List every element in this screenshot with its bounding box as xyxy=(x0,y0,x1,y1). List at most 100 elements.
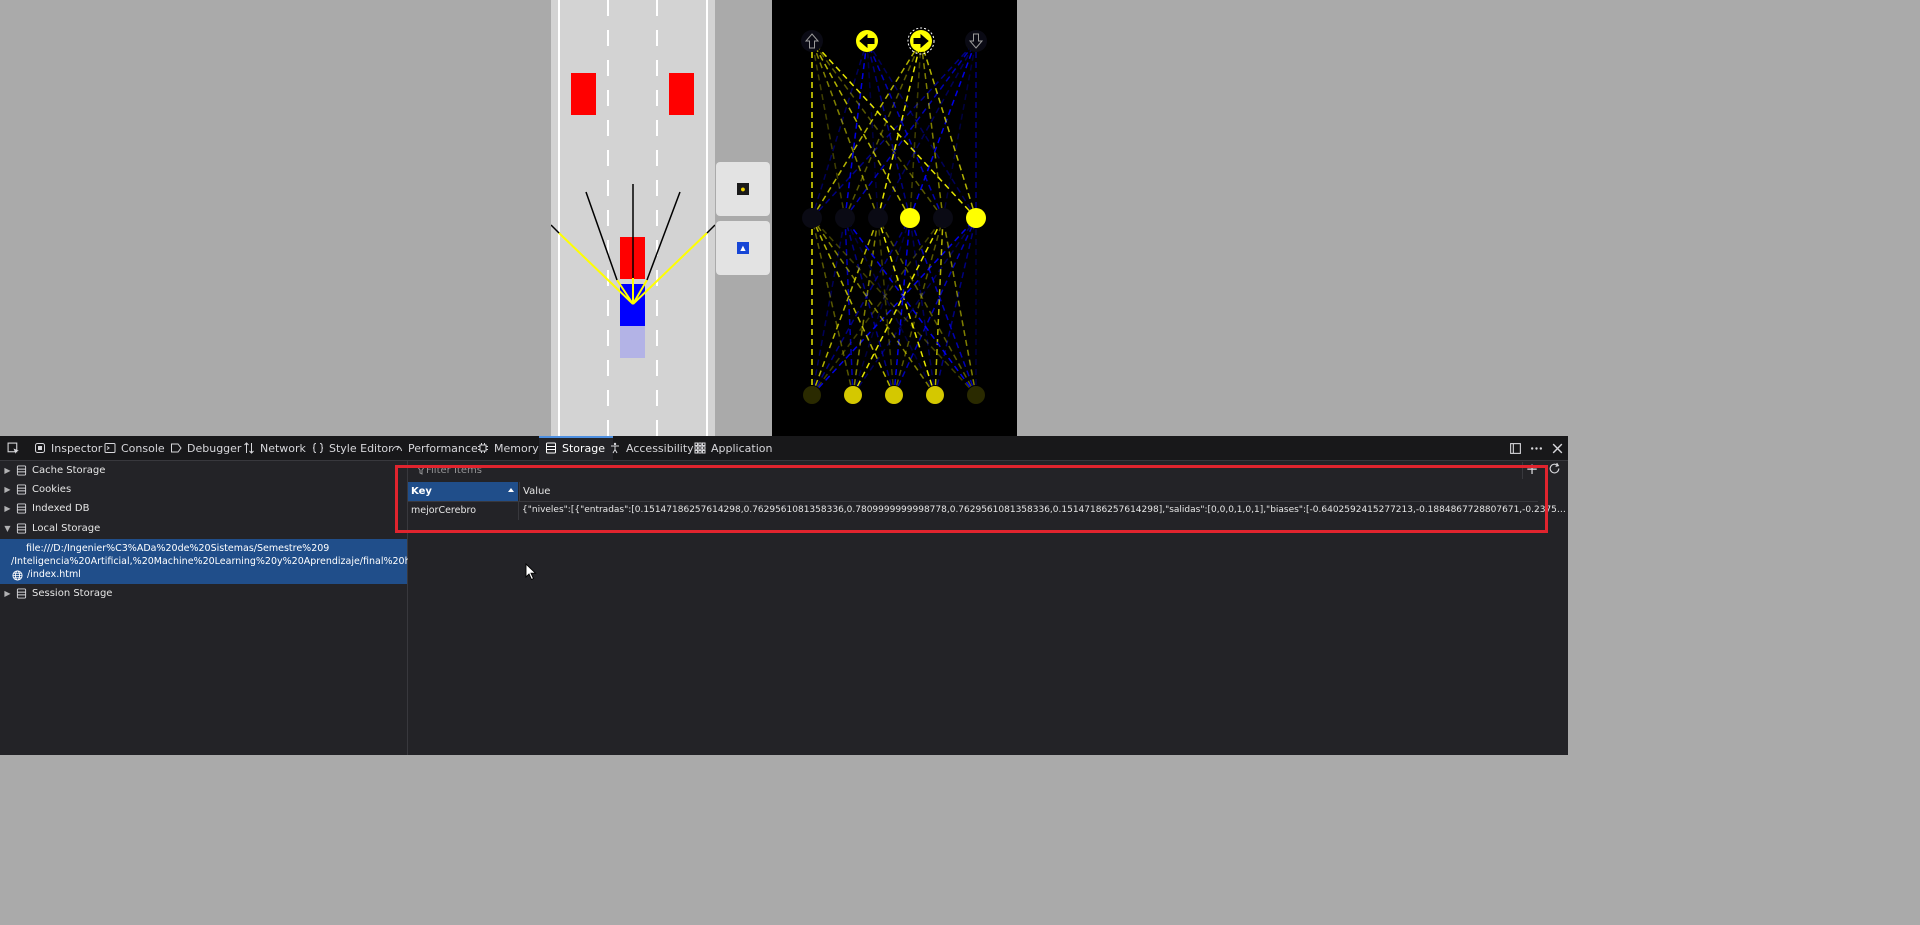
weight-connection xyxy=(877,217,977,396)
sidebar-item-session-storage[interactable]: ▶ Session Storage xyxy=(0,584,407,603)
storage-table-panel: + Key Value mejorCerebro {"niveles":[{"e… xyxy=(408,461,1568,755)
traffic-car xyxy=(571,73,596,115)
weight-connection xyxy=(909,40,922,219)
tab-label: Application xyxy=(711,441,773,455)
sidebar-item-local-host[interactable]: file:///D:/Ingenier%C3%ADa%20de%20Sistem… xyxy=(0,539,408,584)
cell-key: mejorCerebro xyxy=(411,505,477,516)
sidebar-item-cookies[interactable]: ▶ Cookies xyxy=(0,480,407,499)
weight-connection xyxy=(877,40,977,219)
tab-memory[interactable]: Memory xyxy=(477,436,539,460)
sidebar-item-indexed-db[interactable]: ▶ Indexed DB xyxy=(0,499,407,518)
weight-connection xyxy=(909,217,936,396)
filter-icon xyxy=(416,465,426,475)
weight-connection xyxy=(877,217,895,396)
expand-arrow-icon[interactable]: ▶ xyxy=(4,504,11,513)
weight-connection xyxy=(877,40,922,219)
table-row[interactable]: mejorCerebro {"niveles":[{"entradas":[0.… xyxy=(408,502,1568,520)
network-icon xyxy=(244,442,254,454)
weight-connection xyxy=(934,217,944,396)
page-viewport: ● ▲ xyxy=(0,0,1568,436)
weight-connection xyxy=(811,40,911,219)
road-canvas xyxy=(551,0,715,436)
cell-value: {"niveles":[{"entradas":[0.1514718625761… xyxy=(522,505,1566,515)
expand-arrow-icon[interactable]: ▶ xyxy=(4,466,11,475)
weight-connection xyxy=(844,217,854,396)
style-editor-icon xyxy=(312,443,324,453)
expand-arrow-icon[interactable]: ▶ xyxy=(4,485,11,494)
dock-side-icon[interactable] xyxy=(1506,436,1524,460)
weight-connection xyxy=(866,40,879,219)
tab-accessibility[interactable]: Accessibility xyxy=(609,436,694,460)
weight-connection xyxy=(844,40,922,219)
hidden-neuron xyxy=(835,208,855,228)
more-options-icon[interactable] xyxy=(1527,436,1545,460)
tab-network[interactable]: Network xyxy=(243,436,306,460)
tab-style-editor[interactable]: Style Editor xyxy=(312,436,393,460)
refresh-icon xyxy=(1549,462,1560,474)
input-neuron xyxy=(803,386,821,404)
weight-connection xyxy=(909,217,977,396)
add-item-button[interactable]: + xyxy=(1522,462,1541,479)
weight-connection xyxy=(811,40,944,219)
save-brain-button[interactable]: ● xyxy=(716,162,770,216)
weight-connection xyxy=(866,40,911,219)
globe-icon xyxy=(12,570,23,581)
input-neuron xyxy=(844,386,862,404)
host-url-line-1: file:///D:/Ingenier%C3%ADa%20de%20Sistem… xyxy=(26,543,330,554)
tab-storage[interactable]: Storage xyxy=(539,436,614,460)
sidebar-item-local-storage[interactable]: ▼ Local Storage xyxy=(0,519,407,538)
tab-label: Inspector xyxy=(51,441,103,455)
tab-label: Network xyxy=(260,441,306,455)
table-header: Key Value xyxy=(408,482,1538,502)
column-header-label: Value xyxy=(523,486,551,497)
host-url-line-3: /index.html xyxy=(27,569,81,580)
weight-connection xyxy=(920,40,944,219)
sidebar-item-cache-storage[interactable]: ▶ Cache Storage xyxy=(0,461,407,480)
storage-icon xyxy=(16,484,27,495)
weight-connection xyxy=(844,40,868,219)
sort-ascending-icon xyxy=(508,488,514,492)
storage-icon xyxy=(16,503,27,514)
storage-icon xyxy=(16,465,27,476)
hidden-neuron xyxy=(868,208,888,228)
storage-sidebar: ▶ Cache Storage ▶ Cookies ▶ Indexed DB ▼… xyxy=(0,461,408,755)
sidebar-item-label: Cookies xyxy=(32,484,72,495)
refresh-button[interactable] xyxy=(1548,462,1566,479)
input-neuron xyxy=(967,386,985,404)
performance-icon xyxy=(392,445,402,452)
sidebar-item-label: Local Storage xyxy=(32,523,101,534)
debugger-icon xyxy=(171,443,182,453)
weight-connection xyxy=(811,40,868,219)
tab-application[interactable]: Application xyxy=(694,436,772,460)
application-icon xyxy=(694,442,706,454)
weight-connection xyxy=(844,217,895,396)
filter-items-input[interactable] xyxy=(426,463,826,478)
trash-icon: ▲ xyxy=(737,242,749,254)
devtools-toolbar: Inspector Console Debugger Network Style… xyxy=(0,436,1568,461)
tab-performance[interactable]: Performance xyxy=(391,436,478,460)
accessibility-icon xyxy=(611,442,619,454)
discard-brain-button[interactable]: ▲ xyxy=(716,221,770,275)
tab-inspector[interactable]: Inspector xyxy=(34,436,102,460)
weight-connection xyxy=(942,217,977,396)
console-icon xyxy=(104,443,116,453)
storage-icon xyxy=(16,523,27,534)
hidden-neuron xyxy=(933,208,953,228)
weight-connection xyxy=(893,217,911,396)
host-url-line-2: /Inteligencia%20Artificial,%20Machine%20… xyxy=(11,556,408,567)
tab-label: Style Editor xyxy=(329,441,393,455)
weight-connection xyxy=(844,217,977,396)
tab-label: Memory xyxy=(494,441,539,455)
column-header-value[interactable]: Value xyxy=(519,482,1538,501)
column-header-key[interactable]: Key xyxy=(408,482,518,501)
inspector-icon xyxy=(35,443,45,453)
tab-label: Console xyxy=(121,441,165,455)
expand-arrow-icon[interactable]: ▶ xyxy=(4,589,11,598)
tab-console[interactable]: Console xyxy=(104,436,165,460)
tab-debugger[interactable]: Debugger xyxy=(170,436,241,460)
element-picker-icon[interactable] xyxy=(4,436,22,460)
close-icon[interactable] xyxy=(1548,436,1566,460)
input-neuron xyxy=(885,386,903,404)
collapse-arrow-icon[interactable]: ▼ xyxy=(4,524,11,533)
weight-connection xyxy=(811,217,944,396)
